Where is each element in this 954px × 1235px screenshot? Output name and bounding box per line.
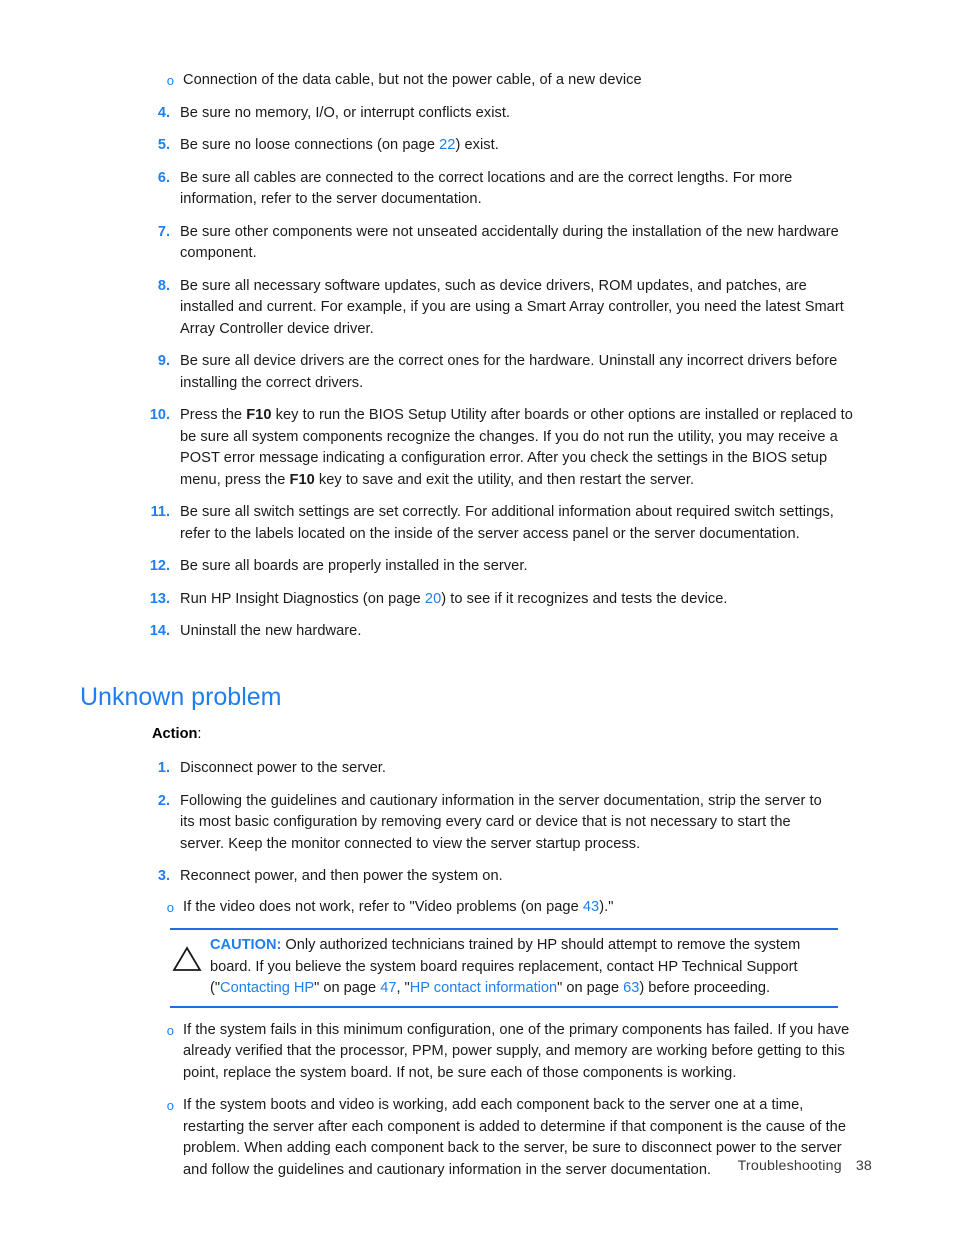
text-part: ) before proceeding. [639,980,771,996]
page-title: Unknown problem [80,682,282,711]
page-link[interactable]: 43 [583,899,599,915]
list-number: 9. [157,353,170,369]
sub-bullet-text: If the system fails in this minimum conf… [183,1021,850,1081]
warning-triangle-icon [170,942,204,976]
caution-label: CAUTION: [210,937,282,953]
table-row: 1. Disconnect power to the server. [0,758,954,780]
table-row: 4. Be sure no memory, I/O, or interrupt … [0,103,954,125]
sub-bullet-marker: o [166,899,174,915]
list-number: 8. [157,277,170,294]
list-number: 1. [157,760,170,776]
text-part: " on page [557,980,624,996]
table-row: 8. Be sure all necessary software update… [0,276,954,341]
table-row: 7. Be sure other components were not uns… [0,222,954,265]
caution-box: CAUTION: Only authorized technicians tra… [170,928,838,1008]
footer-page-number: 38 [855,1158,872,1174]
table-row: 13. Run HP Insight Diagnostics (on page … [0,589,954,611]
list-number: 14. [149,623,170,639]
list-number: 6. [157,169,170,186]
key-name: F10 [246,407,272,423]
action-label: Action: [152,724,954,746]
key-name: F10 [289,471,315,488]
list-item-text: Be sure all necessary software updates, … [180,277,844,337]
text-part: " on page [314,980,381,996]
action-label-colon: : [197,725,202,742]
table-row: 3. Reconnect power, and then power the s… [0,866,954,888]
text-part: , " [396,980,410,996]
sub-bullet-marker: o [166,1022,174,1038]
table-row: 5. Be sure no loose connections (on page… [0,135,954,157]
list-item-text: Uninstall the new hardware. [180,623,362,639]
list-item-text: Be sure no loose connections (on page 22… [180,135,856,157]
text-after: )." [599,898,614,915]
list-item: o Connection of the data cable, but not … [0,70,954,92]
footer-chapter: Troubleshooting [737,1158,842,1174]
text-before: Be sure no loose connections (on page [180,137,440,153]
table-row: 6. Be sure all cables are connected to t… [0,168,954,211]
caution-text: CAUTION: Only authorized technicians tra… [170,935,834,1000]
sub-bullet-text: If the video does not work, refer to "Vi… [183,897,859,919]
list-item-text: Run HP Insight Diagnostics (on page 20) … [180,589,856,611]
page-footer: Troubleshooting 38 [0,1158,954,1174]
sub-bullet-marker: o [166,73,174,88]
document-page: o Connection of the data cable, but not … [0,0,954,1235]
list-number: 5. [157,137,170,153]
table-row: 11. Be sure all switch settings are set … [0,502,954,545]
list-item-text: Be sure all cables are connected to the … [180,169,793,208]
hp-contact-information-link[interactable]: HP contact information [410,980,557,996]
text-before: Run HP Insight Diagnostics (on page [180,590,425,607]
contacting-hp-link[interactable]: Contacting HP [220,980,314,996]
sub-bullet-marker: o [166,1098,174,1113]
list-number: 2. [157,792,170,809]
list-item-text: Be sure other components were not unseat… [180,223,839,262]
text-part: Press the [180,407,247,423]
text-part: key to save and exit the utility, and th… [314,471,695,488]
list-item-text: Be sure all switch settings are set corr… [180,504,834,542]
text-after: ) to see if it recognizes and tests the … [441,590,728,607]
sub-bullet-text: Connection of the data cable, but not th… [183,72,642,88]
page-link[interactable]: 20 [425,591,441,607]
list-item-text: Reconnect power, and then power the syst… [180,868,503,884]
list-item: o If the system fails in this minimum co… [0,1020,954,1085]
page-link[interactable]: 63 [623,980,639,996]
action-label-text: Action [152,725,198,742]
list-item-text: Disconnect power to the server. [180,760,386,776]
list-number: 4. [157,104,170,121]
table-row: 12. Be sure all boards are properly inst… [0,556,954,578]
list-item-text: Press the F10 key to run the BIOS Setup … [180,405,856,491]
page-link[interactable]: 22 [439,137,455,153]
list-item-text: Be sure all device drivers are the corre… [180,353,838,391]
list-item-text: Be sure no memory, I/O, or interrupt con… [180,104,511,121]
list-item-text: Be sure all boards are properly installe… [180,558,528,574]
page-link[interactable]: 47 [380,980,396,996]
text-before: If the video does not work, refer to "Vi… [183,898,583,915]
table-row: 10. Press the F10 key to run the BIOS Se… [0,405,954,491]
caution-callout: CAUTION: Only authorized technicians tra… [0,928,954,1008]
list-number: 12. [149,558,170,574]
list-number: 3. [157,868,170,884]
list-item-text: Following the guidelines and cautionary … [180,792,822,852]
list-item: o If the video does not work, refer to "… [0,897,954,919]
list-number: 13. [149,590,170,607]
table-row: 2. Following the guidelines and cautiona… [0,791,954,856]
table-row: 9. Be sure all device drivers are the co… [0,351,954,394]
list-number: 11. [150,504,170,520]
list-number: 7. [157,223,170,240]
list-number: 10. [149,407,170,423]
text-after: ) exist. [455,137,499,153]
table-row: 14. Uninstall the new hardware. [0,621,954,643]
